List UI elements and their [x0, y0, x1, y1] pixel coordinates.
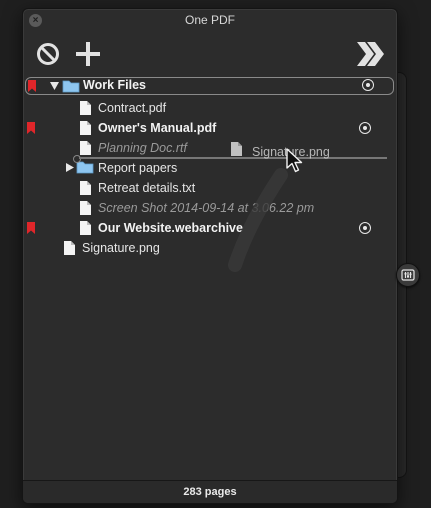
drag-ghost: Signature.png: [231, 142, 330, 161]
document-icon: [231, 142, 242, 156]
file-list: Work Files Contract.pdf Owner's Manual.p…: [23, 75, 397, 480]
close-icon[interactable]: ×: [29, 14, 42, 27]
page-count: 283 pages: [183, 486, 237, 498]
prohibit-icon: [37, 43, 59, 65]
forward-button[interactable]: [353, 39, 387, 69]
remove-button[interactable]: [33, 39, 63, 69]
add-button[interactable]: [73, 39, 103, 69]
plus-icon: [76, 42, 100, 66]
drawer-toggle-button[interactable]: [396, 263, 420, 287]
sliders-icon: [401, 269, 415, 281]
toolbar: [23, 33, 397, 75]
title-bar: × One PDF: [23, 9, 397, 31]
mouse-cursor-icon: [286, 148, 303, 173]
double-chevron-icon: [357, 42, 384, 66]
window-title: One PDF: [184, 13, 235, 27]
app-window: × One PDF Work Files Contract.pdf Owner'…: [22, 8, 398, 504]
status-bar: 283 pages: [23, 480, 397, 503]
drop-feedback-arc: [228, 168, 288, 272]
